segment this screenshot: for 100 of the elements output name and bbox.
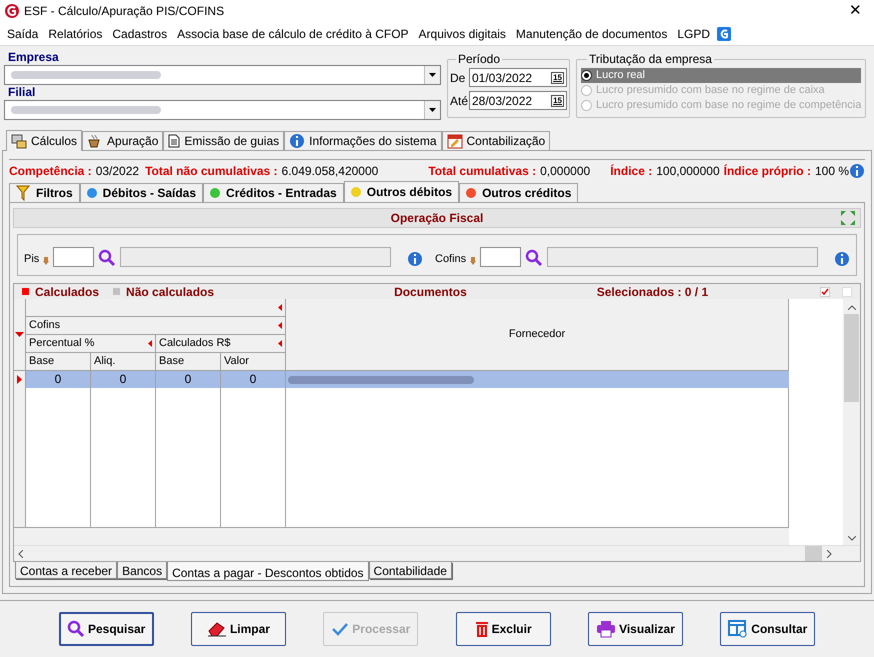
row-pointer-icon: [17, 375, 22, 384]
summary-label: Total cumulativas :: [428, 162, 536, 180]
summary-label: Competência :: [9, 162, 92, 180]
header-label: Calculados R$: [159, 336, 231, 352]
check-icon: [331, 621, 350, 637]
selection-count: Selecionados : 0 / 1: [596, 284, 708, 300]
field-label: Filial: [7, 85, 36, 100]
sort-arrow-icon: [278, 304, 282, 311]
scroll-right-icon: [827, 550, 832, 558]
table-cell: 0: [26, 371, 91, 388]
blurred-text-icon: [11, 71, 161, 79]
scroll-thumb[interactable]: [805, 546, 822, 561]
action-button[interactable]: Consultar: [720, 612, 816, 646]
tab[interactable]: Contabilidade: [368, 562, 452, 579]
checkbox-icon: [842, 286, 852, 296]
menu-item[interactable]: LGPD: [672, 24, 716, 42]
action-button[interactable]: Limpar: [190, 612, 286, 646]
tab[interactable]: Outros débitos: [344, 181, 460, 202]
document-icon: [168, 134, 180, 148]
group-title: Período: [458, 52, 500, 66]
code-field[interactable]: [480, 247, 522, 267]
sort-arrow-icon: [148, 340, 152, 347]
summary-value: 0,000000: [540, 162, 590, 180]
filter-icon: [16, 185, 30, 201]
menu-item[interactable]: Arquivos digitais: [414, 24, 511, 42]
menu-item[interactable]: Manutenção de documentos: [510, 24, 672, 42]
dropdown-arrow-icon: [429, 108, 436, 112]
code-field[interactable]: [53, 247, 94, 267]
blurred-text-icon: [288, 376, 474, 384]
sort-arrow-icon: [15, 332, 24, 337]
table-cell: 0: [221, 371, 286, 388]
close-button[interactable]: ✕: [841, 0, 870, 22]
table-icon: [728, 620, 748, 638]
tab[interactable]: Contabilização: [442, 131, 550, 150]
vertical-scrollbar[interactable]: [843, 299, 860, 545]
header-label: Percentual %: [29, 336, 94, 352]
printer-icon: [596, 620, 616, 638]
scroll-thumb[interactable]: [844, 314, 859, 402]
panel-title: Operação Fiscal: [390, 210, 484, 227]
combo-box[interactable]: [4, 100, 441, 120]
window-title: ESF - Cálculo/Apuração PIS/COFINS: [24, 3, 224, 20]
calendar-button[interactable]: 15: [551, 94, 564, 106]
summary-value: 100,000000: [656, 162, 720, 180]
tab[interactable]: Filtros: [9, 183, 80, 202]
app-badge-icon: [717, 26, 732, 40]
tab[interactable]: Apuração: [82, 131, 164, 150]
search-icon: [66, 620, 85, 638]
table-cell: 0: [91, 371, 156, 388]
calendar-icon: [446, 133, 463, 149]
expand-icon: [840, 210, 856, 226]
date-value: 28/03/2022: [471, 92, 534, 110]
down-arrow-icon: [470, 257, 476, 265]
menu-item[interactable]: Relatórios: [43, 24, 108, 42]
radio-option[interactable]: Lucro real: [581, 68, 862, 83]
trash-icon: [474, 620, 489, 638]
summary-label: Índice próprio :: [724, 162, 811, 180]
search-icon: [525, 249, 544, 267]
tab[interactable]: Informações do sistema: [284, 131, 442, 150]
tab[interactable]: Bancos: [117, 562, 168, 579]
tab[interactable]: Cálculos: [6, 130, 82, 151]
field-label: Até: [450, 92, 468, 110]
tab[interactable]: Débitos - Saídas: [80, 183, 204, 202]
field-label: De: [450, 70, 466, 86]
blurred-text-icon: [11, 106, 161, 114]
legend-label: Calculados: [35, 284, 100, 300]
date-field[interactable]: 28/03/2022 15: [469, 91, 567, 110]
computer-icon: [11, 133, 27, 149]
action-button[interactable]: Pesquisar: [58, 612, 154, 646]
horizontal-scrollbar[interactable]: [14, 545, 860, 561]
combo-box[interactable]: [4, 65, 441, 85]
summary-label: Índice :: [610, 162, 652, 180]
tab[interactable]: Contas a receber: [15, 562, 118, 579]
scroll-left-icon: [18, 550, 23, 558]
info-icon: [289, 133, 306, 149]
checkbox-icon: [820, 286, 830, 296]
sort-arrow-icon: [278, 340, 282, 347]
date-value: 01/03/2022: [471, 70, 534, 86]
tab[interactable]: Emissão de guias: [163, 131, 284, 150]
calendar-button[interactable]: 15: [551, 72, 564, 84]
action-button[interactable]: Visualizar: [588, 612, 683, 646]
menu-item[interactable]: Saída: [2, 24, 44, 42]
date-field[interactable]: 01/03/2022 15: [469, 68, 567, 87]
header-label: Cofins: [29, 318, 60, 334]
grid-title: Documentos: [394, 284, 467, 300]
scroll-down-icon: [848, 536, 856, 541]
menu-item[interactable]: Cadastros: [107, 24, 172, 42]
table-row[interactable]: 0 0 0 0: [14, 371, 789, 388]
eraser-icon: [206, 621, 227, 637]
action-button[interactable]: Excluir: [456, 612, 551, 646]
down-arrow-icon: [43, 257, 50, 265]
tab[interactable]: Outros créditos: [459, 183, 578, 202]
info-icon: [407, 251, 424, 267]
info-icon: [849, 162, 865, 178]
field-label: Pis: [24, 252, 40, 266]
menu-item[interactable]: Associa base de cálculo de crédito à CFOP: [172, 24, 414, 42]
tab[interactable]: Contas a pagar - Descontos obtidos: [167, 562, 369, 581]
sort-arrow-icon: [278, 322, 282, 329]
tab[interactable]: Créditos - Entradas: [203, 183, 344, 202]
summary-value: 100 %: [814, 162, 849, 180]
summary-label: Total não cumulativas :: [145, 162, 278, 180]
